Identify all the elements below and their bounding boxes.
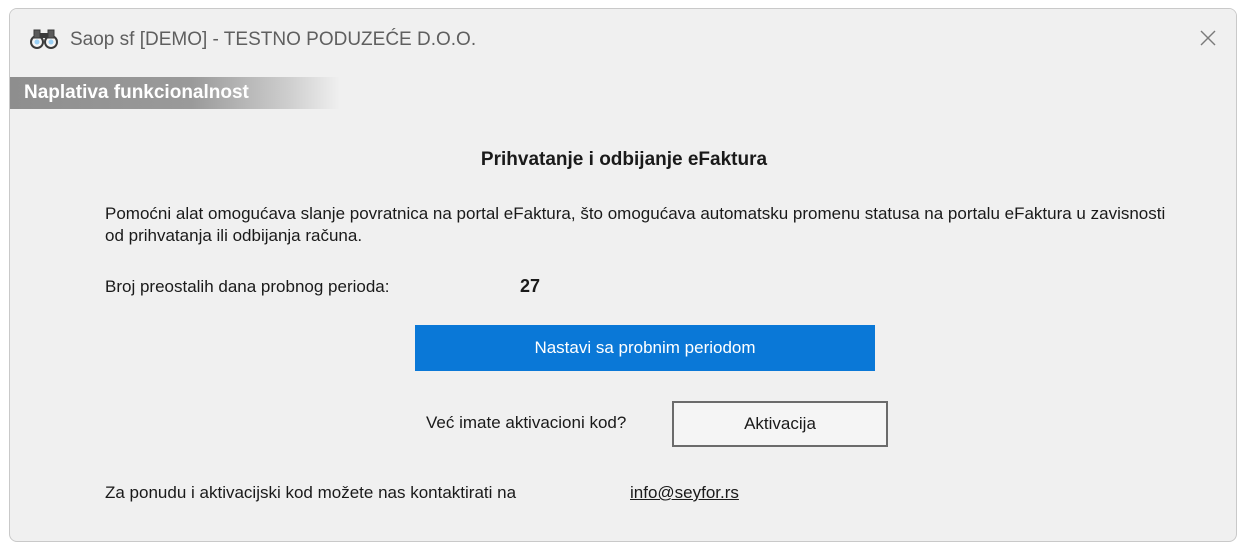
contact-email-link[interactable]: info@seyfor.rs <box>630 483 739 503</box>
feature-description: Pomoćni alat omogućava slanje povratnica… <box>105 204 1166 245</box>
binoculars-icon <box>28 27 60 51</box>
dialog-window: Saop sf [DEMO] - TESTNO PODUZEĆE D.O.O. … <box>9 8 1237 542</box>
continue-trial-button[interactable]: Nastavi sa probnim periodom <box>415 325 875 371</box>
trial-days-value: 27 <box>520 276 541 296</box>
paid-feature-banner: Naplativa funkcionalnost <box>10 77 340 109</box>
contact-label: Za ponudu i aktivacijski kod možete nas … <box>105 483 517 502</box>
activate-button[interactable]: Aktivacija <box>672 401 888 447</box>
feature-heading: Prihvatanje i odbijanje eFaktura <box>480 149 768 170</box>
continue-trial-label: Nastavi sa probnim periodom <box>534 338 756 357</box>
close-icon <box>1199 29 1217 52</box>
banner-label: Naplativa funkcionalnost <box>24 82 249 103</box>
trial-days-label: Broj preostalih dana probnog perioda: <box>105 277 390 296</box>
close-button[interactable] <box>1180 9 1236 71</box>
activation-code-label: Već imate aktivacioni kod? <box>426 413 627 432</box>
title-bar: Saop sf [DEMO] - TESTNO PODUZEĆE D.O.O. <box>10 9 1236 71</box>
activate-button-label: Aktivacija <box>744 414 816 433</box>
window-title: Saop sf [DEMO] - TESTNO PODUZEĆE D.O.O. <box>70 29 477 50</box>
